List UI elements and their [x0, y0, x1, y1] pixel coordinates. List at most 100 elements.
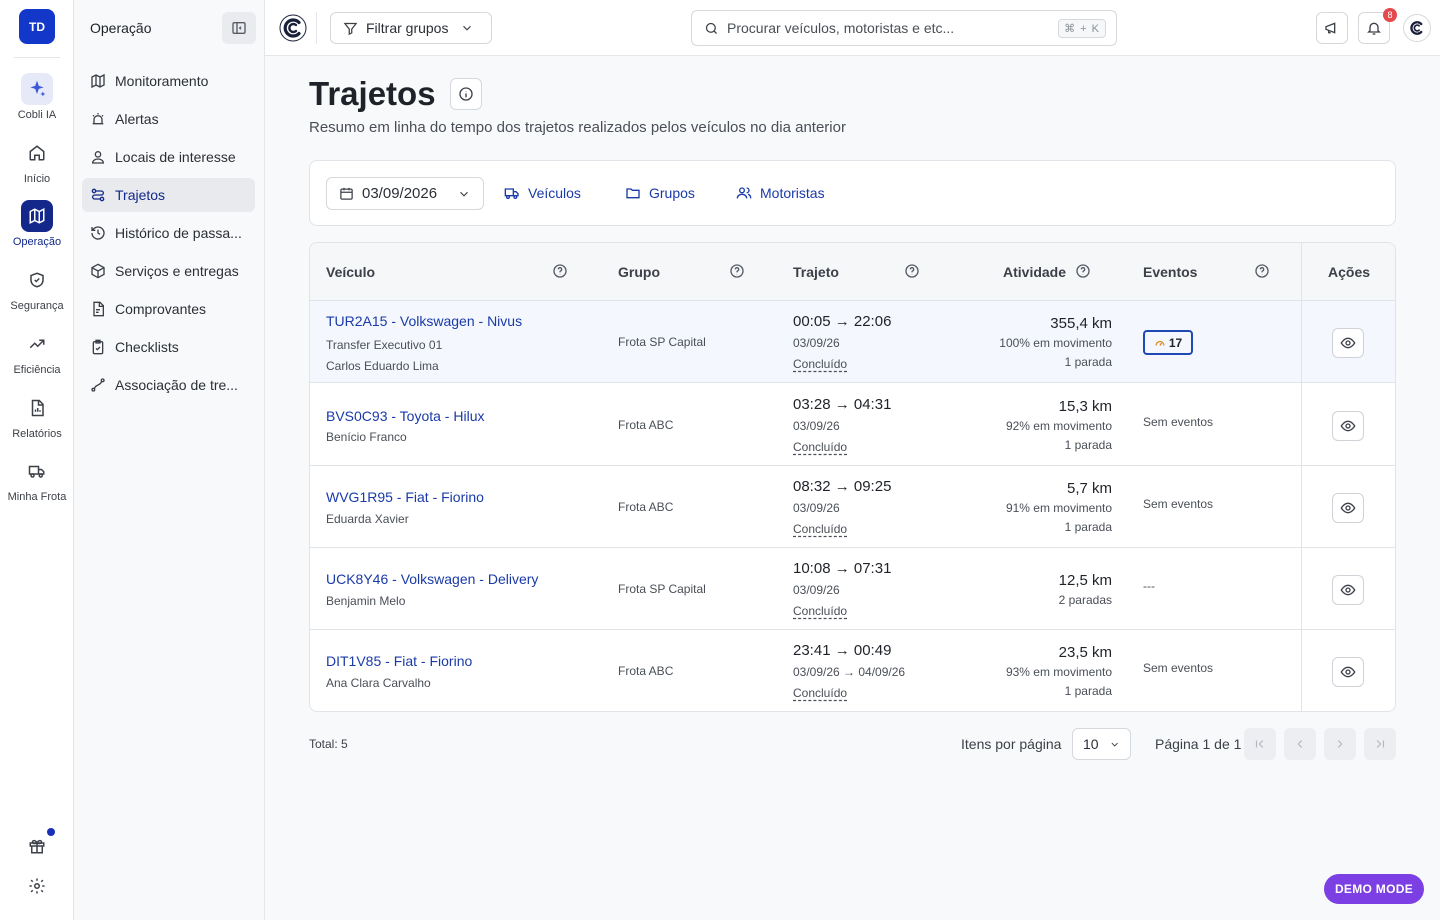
account-avatar[interactable]: [1403, 14, 1431, 42]
rail-item-inicio[interactable]: Início: [0, 137, 74, 185]
eye-icon: [1340, 420, 1356, 432]
vehicle-link[interactable]: UCK8Y46 - Volkswagen - Delivery: [326, 571, 538, 587]
header-vehicle[interactable]: Veículo: [326, 264, 375, 280]
rail-item-cobli-ia[interactable]: Cobli IA: [0, 73, 74, 121]
sidebar-item-label: Associação de tre...: [115, 377, 238, 393]
gear-icon[interactable]: [21, 870, 53, 902]
notifications-badge: 8: [1383, 8, 1397, 22]
collapse-sidebar-button[interactable]: [222, 12, 256, 44]
sidebar-item-servicos[interactable]: Serviços e entregas: [82, 254, 255, 288]
tab-veiculos[interactable]: Veículos: [504, 185, 581, 201]
user-avatar[interactable]: TD: [19, 9, 55, 44]
rail-item-eficiencia[interactable]: Eficiência: [0, 328, 74, 376]
sidebar-item-associacao[interactable]: Associação de tre...: [82, 368, 255, 402]
vehicle-link[interactable]: DIT1V85 - Fiat - Fiorino: [326, 653, 472, 669]
package-icon: [91, 263, 105, 279]
truck-icon: [504, 188, 519, 199]
vehicle-link[interactable]: BVS0C93 - Toyota - Hilux: [326, 408, 484, 424]
items-per-page-select[interactable]: 10: [1072, 728, 1131, 760]
sidebar-item-label: Alertas: [115, 111, 159, 127]
header-group[interactable]: Grupo: [618, 264, 660, 280]
date-picker[interactable]: 03/09/2026: [326, 177, 484, 210]
rail-label: Minha Frota: [7, 491, 67, 503]
rail-item-seguranca[interactable]: Segurança: [0, 264, 74, 312]
view-route-button[interactable]: [1332, 493, 1364, 523]
speedometer-icon: [1155, 340, 1165, 346]
view-route-button[interactable]: [1332, 657, 1364, 687]
page-info-button[interactable]: [450, 78, 482, 110]
vehicle-link[interactable]: TUR2A15 - Volkswagen - Nivus: [326, 313, 522, 329]
history-icon: [91, 226, 105, 240]
tab-motoristas[interactable]: Motoristas: [736, 185, 825, 201]
table-row[interactable]: DIT1V85 - Fiat - Fiorino Ana Clara Carva…: [310, 630, 1395, 711]
view-route-button[interactable]: [1332, 411, 1364, 441]
table-row[interactable]: BVS0C93 - Toyota - Hilux Benício Franco …: [310, 384, 1395, 466]
tab-grupos[interactable]: Grupos: [625, 185, 695, 201]
movement-percent: 92% em movimento: [1005, 419, 1112, 433]
route-status[interactable]: Concluído: [793, 357, 847, 371]
eye-icon: [1340, 337, 1356, 349]
route-status[interactable]: Concluído: [793, 604, 847, 618]
view-route-button[interactable]: [1332, 575, 1364, 605]
table-row[interactable]: UCK8Y46 - Volkswagen - Delivery Benjamin…: [310, 548, 1395, 630]
sidebar-item-historico[interactable]: Histórico de passa...: [82, 216, 255, 250]
distance: 355,4 km: [1050, 315, 1112, 332]
vehicle-description: Transfer Executivo 01: [326, 338, 443, 352]
help-icon: [1076, 264, 1090, 278]
sidebar-item-alertas[interactable]: Alertas: [82, 102, 255, 136]
vehicle-link[interactable]: WVG1R95 - Fiat - Fiorino: [326, 489, 484, 505]
table-row[interactable]: TUR2A15 - Volkswagen - Nivus Transfer Ex…: [310, 301, 1395, 383]
table-row[interactable]: WVG1R95 - Fiat - Fiorino Eduarda Xavier …: [310, 466, 1395, 548]
route-icon: [91, 188, 105, 202]
page-title: Trajetos: [309, 75, 436, 112]
announcements-button[interactable]: [1316, 12, 1348, 44]
group-name: Frota ABC: [618, 418, 674, 432]
next-page-button[interactable]: [1324, 728, 1356, 760]
demo-mode-badge[interactable]: DEMO MODE: [1324, 874, 1424, 904]
sidebar-item-label: Serviços e entregas: [115, 263, 239, 279]
rail-label: Eficiência: [13, 364, 61, 376]
date-value: 03/09/2026: [362, 185, 438, 202]
rail-label: Segurança: [10, 300, 64, 312]
rail-item-relatorios[interactable]: Relatórios: [0, 392, 74, 440]
route-date: 03/09/26: [793, 501, 840, 515]
last-page-button[interactable]: [1364, 728, 1396, 760]
filter-groups-button[interactable]: Filtrar grupos: [330, 12, 492, 44]
first-page-button[interactable]: [1244, 728, 1276, 760]
distance: 15,3 km: [1058, 398, 1112, 415]
folders-icon: [626, 188, 640, 199]
rail-item-operacao[interactable]: Operação: [0, 200, 74, 248]
route-status[interactable]: Concluído: [793, 440, 847, 454]
search-input[interactable]: Procurar veículos, motoristas e etc... ⌘…: [691, 10, 1117, 46]
view-route-button[interactable]: [1332, 328, 1364, 358]
help-icon: [730, 264, 744, 278]
header-route[interactable]: Trajeto: [793, 264, 839, 280]
distance: 12,5 km: [1058, 572, 1112, 589]
chevron-down-icon: [460, 191, 468, 197]
header-events[interactable]: Eventos: [1143, 264, 1197, 280]
tab-label: Motoristas: [760, 185, 825, 201]
movement-percent: 91% em movimento: [1005, 501, 1112, 515]
sidebar-item-trajetos[interactable]: Trajetos: [82, 178, 255, 212]
sidebar-item-checklists[interactable]: Checklists: [82, 330, 255, 364]
sidebar-item-locais[interactable]: Locais de interesse: [82, 140, 255, 174]
sidebar-title: Operação: [90, 20, 152, 36]
route-time: 08:32 → 09:25: [793, 478, 892, 495]
siren-icon: [92, 113, 104, 125]
cobli-logo-icon[interactable]: [279, 14, 307, 42]
group-name: Frota ABC: [618, 500, 674, 514]
trending-up-icon: [21, 328, 53, 360]
chevrons-left-bar-icon: [1255, 740, 1264, 748]
events-badge[interactable]: 17: [1143, 330, 1193, 355]
search-icon: [705, 22, 717, 34]
header-activity[interactable]: Atividade: [1003, 264, 1066, 280]
sidebar-item-monitoramento[interactable]: Monitoramento: [82, 64, 255, 98]
rail-item-minha-frota[interactable]: Minha Frota: [0, 455, 74, 503]
route-status[interactable]: Concluído: [793, 522, 847, 536]
chevron-right-icon: [1337, 740, 1343, 748]
route-status[interactable]: Concluído: [793, 686, 847, 700]
sidebar-item-comprovantes[interactable]: Comprovantes: [82, 292, 255, 326]
movement-percent: 93% em movimento: [1005, 665, 1112, 679]
previous-page-button[interactable]: [1284, 728, 1316, 760]
route-date: 03/09/26 → 04/09/26: [793, 665, 906, 679]
